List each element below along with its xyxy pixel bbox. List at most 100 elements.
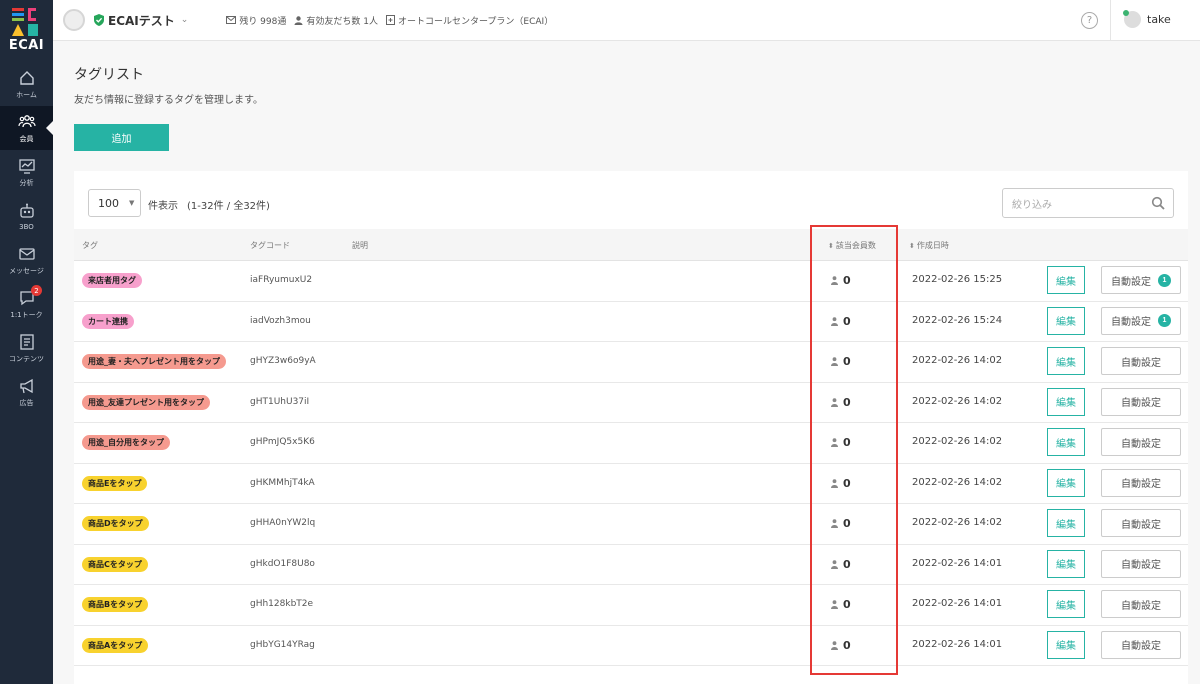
account-avatar[interactable] <box>63 9 85 31</box>
robot-icon <box>19 203 34 218</box>
edit-button[interactable]: 編集 <box>1047 266 1085 294</box>
per-page-label: 件表示 <box>148 201 178 212</box>
table-row: 用途_自分用をタップ gHPmJQ5x5K6 0 2022-02-26 14:02 編集… <box>74 423 1188 464</box>
sidebar-item-megaphone[interactable]: 広告 <box>0 370 53 414</box>
edit-button[interactable]: 編集 <box>1047 428 1085 456</box>
created-at: 2022-02-26 14:02 <box>912 395 1003 407</box>
created-at: 2022-02-26 14:02 <box>912 355 1003 366</box>
sidebar-item-analytics[interactable]: 分析 <box>0 150 53 194</box>
tag-code: gHKMMhjT4kA <box>250 477 315 488</box>
plan-icon <box>385 15 395 25</box>
per-page-value: 100 <box>98 196 119 210</box>
created-at: 2022-02-26 14:01 <box>912 638 1003 650</box>
filter-input[interactable]: 絞り込み <box>1002 188 1174 218</box>
content-icon <box>19 333 34 350</box>
tag-label[interactable]: 用途_妻・夫へプレゼント用をタップ <box>82 354 226 369</box>
auto-setting-button[interactable]: 自動設定 <box>1101 630 1181 659</box>
logo-text: ECAI <box>8 38 45 53</box>
auto-setting-button[interactable]: 自動設定 <box>1101 509 1181 537</box>
per-page-select[interactable]: 100 ▼ <box>88 189 141 217</box>
auto-setting-label: 自動設定 <box>1121 600 1161 612</box>
table-row: 商品Bをタップ gHh128kbT2e 0 2022-02-26 14:01 編集 自動設… <box>74 585 1188 626</box>
sidebar-item-label: メッセージ <box>9 266 44 275</box>
auto-setting-label: 自動設定 <box>1121 519 1161 531</box>
sidebar-item-members[interactable]: 会員 <box>0 106 53 150</box>
edit-button[interactable]: 編集 <box>1047 387 1085 416</box>
tag-code: gHHA0nYW2lq <box>250 518 316 528</box>
tag-label[interactable]: 商品Aをタップ <box>82 637 149 653</box>
edit-button[interactable]: 編集 <box>1047 306 1085 335</box>
tag-label[interactable]: 商品Bをタップ <box>82 597 149 612</box>
tag-label[interactable]: 用途_友達プレゼント用をタップ <box>82 394 210 410</box>
sidebar-item-robot[interactable]: 3BO <box>0 194 53 238</box>
tag-code: iaFRyumuxU2 <box>250 275 313 285</box>
user-name: take <box>1147 13 1171 26</box>
auto-setting-button[interactable]: 自動設定 <box>1101 468 1181 497</box>
person-icon <box>294 15 303 25</box>
tag-label[interactable]: 商品Eをタップ <box>82 475 148 491</box>
tag-label[interactable]: 来店者用タグ <box>82 273 142 288</box>
sidebar-item-label: 広告 <box>19 398 34 407</box>
auto-setting-label: 自動設定 <box>1121 641 1161 652</box>
auto-setting-label: 自動設定 <box>1121 560 1161 571</box>
edit-button[interactable]: 編集 <box>1047 468 1085 497</box>
auto-setting-button[interactable]: 自動設定 <box>1101 549 1181 578</box>
edit-button[interactable]: 編集 <box>1047 347 1085 375</box>
created-at: 2022-02-26 14:02 <box>912 476 1003 488</box>
auto-setting-button[interactable]: 自動設定 <box>1101 347 1181 375</box>
table-row: 商品Aをタップ gHbYG14YRag 0 2022-02-26 14:01 編集 自動設… <box>74 626 1188 666</box>
message-icon <box>18 247 35 260</box>
account-info: 残り 998通 有効友だち数 1人 オートコールセンタープラン（ECAI） <box>226 14 553 27</box>
tag-label[interactable]: 用途_自分用をタップ <box>82 435 170 450</box>
tag-code: gHh128kbT2e <box>250 599 314 609</box>
chevron-down-icon[interactable]: ⌄ <box>181 15 189 25</box>
home-icon <box>19 70 34 85</box>
account-name[interactable]: ECAIテスト <box>108 12 175 29</box>
search-icon[interactable] <box>1151 196 1165 210</box>
auto-setting-label: 自動設定 <box>1111 276 1151 288</box>
active-friends: 有効友だち数 1人 <box>306 16 378 27</box>
sidebar-item-label: 分析 <box>19 178 34 187</box>
tag-code: gHbYG14YRag <box>250 639 315 650</box>
add-tag-button[interactable]: 追加 <box>74 124 169 151</box>
header-tag-code[interactable]: タグコード <box>250 240 290 251</box>
auto-setting-count-badge: 1 <box>1158 314 1171 327</box>
remaining-messages: 残り 998通 <box>239 16 287 27</box>
sidebar-item-label: ホーム <box>16 90 37 99</box>
sidebar-item-message[interactable]: メッセージ <box>0 238 53 282</box>
page-title: タグリスト <box>74 67 144 83</box>
auto-setting-button[interactable]: 自動設定 1 <box>1101 306 1181 335</box>
header-tag[interactable]: タグ <box>82 240 98 251</box>
sidebar-item-label: コンテンツ <box>9 354 44 363</box>
help-icon[interactable]: ? <box>1081 12 1098 29</box>
mail-icon <box>226 16 237 24</box>
tag-label[interactable]: 商品Cをタップ <box>82 556 148 572</box>
edit-button[interactable]: 編集 <box>1047 630 1085 659</box>
auto-setting-label: 自動設定 <box>1121 479 1161 490</box>
user-menu[interactable]: take <box>1123 10 1171 28</box>
members-icon <box>17 114 36 127</box>
edit-button[interactable]: 編集 <box>1047 590 1085 618</box>
auto-setting-button[interactable]: 自動設定 <box>1101 428 1181 456</box>
edit-button[interactable]: 編集 <box>1047 549 1085 578</box>
header-description: 説明 <box>352 241 368 250</box>
created-at: 2022-02-26 14:01 <box>912 557 1003 569</box>
auto-setting-label: 自動設定 <box>1121 357 1161 369</box>
sidebar-item-content[interactable]: コンテンツ <box>0 326 53 370</box>
auto-setting-button[interactable]: 自動設定 <box>1101 387 1181 416</box>
ecai-logo[interactable]: ECAI <box>0 0 53 62</box>
auto-setting-button[interactable]: 自動設定 1 <box>1101 266 1181 294</box>
sidebar-item-home[interactable]: ホーム <box>0 62 53 106</box>
notification-badge: 2 <box>31 285 42 296</box>
sidebar-item-chat[interactable]: 1:1トーク 2 <box>0 282 53 326</box>
header-created-at[interactable]: ⬍ 作成日時 <box>909 240 949 251</box>
auto-setting-button[interactable]: 自動設定 <box>1101 590 1181 618</box>
tag-code: gHkdO1F8U8o <box>250 558 315 569</box>
tag-label[interactable]: カート連携 <box>82 313 134 329</box>
sidebar-item-label: 1:1トーク <box>10 310 43 319</box>
table-row: 商品Eをタップ gHKMMhjT4kA 0 2022-02-26 14:02 編集 自動設… <box>74 464 1188 504</box>
tag-label[interactable]: 商品Dをタップ <box>82 516 149 531</box>
edit-button[interactable]: 編集 <box>1047 509 1085 537</box>
sidebar-item-label: 3BO <box>19 222 34 231</box>
user-avatar <box>1123 10 1141 28</box>
